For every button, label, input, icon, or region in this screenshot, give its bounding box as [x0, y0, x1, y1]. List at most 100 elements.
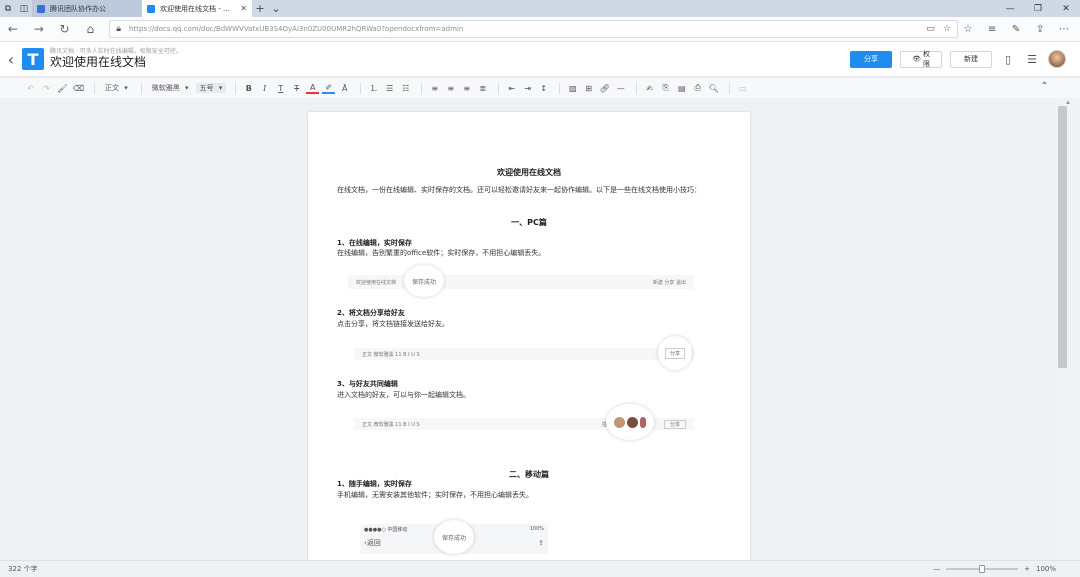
comment-icon[interactable]: ▭	[736, 84, 749, 93]
forward-arrow-icon[interactable]: →	[26, 22, 52, 36]
back-chevron-icon[interactable]: ‹	[0, 50, 22, 69]
back-arrow-icon[interactable]: ←	[0, 22, 26, 36]
menu-icon[interactable]: ☰	[1024, 53, 1040, 66]
more-icon[interactable]: ⋯	[1054, 24, 1074, 35]
close-tab-icon[interactable]: ✕	[240, 4, 247, 13]
scrollbar-thumb[interactable]	[1058, 106, 1067, 368]
link-icon[interactable]: 🔗︎	[598, 84, 611, 93]
word-count: 322 个字	[8, 565, 38, 573]
new-doc-button[interactable]: 新建	[950, 50, 992, 68]
browser-tab-doc[interactable]: 欢迎使用在线文档 - 腾讯 ✕	[142, 0, 252, 17]
phone-back-label: 返回	[366, 539, 381, 547]
font-size-select[interactable]: 五号 ▾	[195, 83, 227, 93]
font-color-icon[interactable]: A	[306, 83, 320, 94]
comment-box-icon[interactable]: ▤	[675, 84, 688, 93]
status-bar: 322 个字 — + 100%	[0, 560, 1080, 577]
browser-tab-team[interactable]: 腾讯团队协作办公	[32, 0, 142, 17]
numbered-list-icon[interactable]: ⒈	[367, 83, 380, 94]
redo-icon[interactable]: ↷	[40, 84, 53, 93]
line-spacing-icon[interactable]: ↕	[537, 84, 550, 93]
phone-battery: 100%	[529, 526, 544, 532]
permission-button[interactable]: 👁︎ 权限	[900, 50, 942, 68]
favorites-icon[interactable]: ☆	[958, 24, 978, 35]
zoom-slider[interactable]	[946, 565, 1019, 573]
indent-increase-icon[interactable]: ⇥	[521, 84, 534, 93]
strikethrough-icon[interactable]: T	[290, 84, 303, 93]
hub-icon[interactable]: ≡	[982, 24, 1002, 35]
home-icon[interactable]: ⌂	[77, 22, 103, 36]
document-heading[interactable]: 欢迎使用在线文档	[308, 167, 750, 178]
refresh-icon[interactable]: ↻	[52, 22, 78, 36]
paragraph-style-select[interactable]: 正文 ▾	[101, 83, 132, 93]
demo3-toolbar-text: 正文 微软雅黑 11 B I U S	[362, 421, 420, 428]
tab-actions-icon[interactable]: ⧉	[0, 0, 16, 17]
copy-format-icon[interactable]: ⎘	[659, 83, 672, 93]
demo-avatar-icon	[640, 416, 646, 428]
item2-title[interactable]: 2、将文档分享给好友	[337, 308, 405, 318]
tab-history-icon[interactable]: ◫	[16, 0, 32, 17]
text-effect-icon[interactable]: Ā	[338, 84, 351, 93]
underline-icon[interactable]: T	[274, 84, 287, 93]
tencent-docs-logo-icon[interactable]: T	[22, 48, 44, 70]
doc-title[interactable]: 欢迎使用在线文档	[50, 55, 182, 69]
highlight-icon[interactable]: ✐	[322, 83, 336, 94]
align-center-icon[interactable]: ≡	[444, 84, 457, 93]
checklist-icon[interactable]: ☷	[399, 84, 412, 93]
new-tab-icon[interactable]: +	[252, 0, 268, 17]
zoom-level: 100%	[1035, 565, 1056, 573]
tab-title: 欢迎使用在线文档 - 腾讯	[160, 4, 236, 13]
mobile-view-icon[interactable]: ▯	[1000, 53, 1016, 66]
tab-favicon-icon	[37, 4, 45, 13]
vertical-scrollbar[interactable]: ▴	[1056, 98, 1080, 560]
tab-list-chevron-icon[interactable]: ⌄	[268, 0, 284, 17]
font-family-select[interactable]: 微软雅黑 ▾	[148, 83, 193, 93]
print-icon[interactable]: ⎙	[691, 83, 704, 93]
favorite-star-icon[interactable]: ☆	[943, 24, 951, 34]
demo1-save-bubble: 保存成功	[404, 265, 444, 297]
font-family-label: 微软雅黑	[151, 84, 180, 92]
horizontal-line-icon[interactable]: —	[614, 84, 627, 93]
undo-icon[interactable]: ↶	[24, 84, 37, 93]
zoom-in-icon[interactable]: +	[1024, 565, 1030, 573]
font-size-label: 五号	[199, 84, 214, 92]
zoom-out-icon[interactable]: —	[933, 565, 940, 573]
align-left-icon[interactable]: ≡	[428, 84, 441, 93]
intro-paragraph[interactable]: 在线文档，一份在线编辑、实时保存的文档。还可以轻松邀请好友来一起协作编辑。以下是…	[337, 185, 721, 196]
format-painter-icon[interactable]: 🖌︎	[56, 84, 69, 93]
restore-icon[interactable]: ❐	[1024, 0, 1052, 17]
clear-format-icon[interactable]: ⌫	[72, 84, 85, 93]
minimize-icon[interactable]: —	[996, 0, 1024, 17]
item1-title[interactable]: 1、在线编辑，实时保存	[337, 238, 412, 248]
m1-body[interactable]: 手机编辑，无需安装其他软件；实时保存，不用担心编辑丢失。	[337, 490, 533, 500]
item1-body[interactable]: 在线编辑，告别繁重的office软件；实时保存，不用担心编辑丢失。	[337, 248, 545, 258]
share-button[interactable]: 分享	[850, 50, 892, 68]
collapse-toolbar-chevron-icon[interactable]: ⌃	[1038, 81, 1051, 92]
align-right-icon[interactable]: ≡	[460, 84, 473, 93]
italic-icon[interactable]: I	[258, 84, 271, 93]
zoom-slider-handle[interactable]	[979, 565, 986, 573]
indent-decrease-icon[interactable]: ⇤	[505, 84, 518, 93]
bulleted-list-icon[interactable]: ☰	[383, 84, 396, 93]
share-page-icon[interactable]: ⇪	[1030, 24, 1050, 35]
m1-title[interactable]: 1、随手编辑，实时保存	[337, 479, 412, 489]
document-header: ‹ T 腾讯文档 · 可多人实时在线编辑，权限安全可控。 欢迎使用在线文档 分享…	[0, 42, 1080, 77]
justify-icon[interactable]: ≣	[476, 84, 489, 93]
insert-image-icon[interactable]: ▨	[566, 84, 579, 93]
reading-view-icon[interactable]: ▭	[926, 24, 935, 34]
phone-save-bubble: 保存成功	[434, 520, 474, 554]
demo1-doc-title: 欢迎使用在线文档	[356, 279, 397, 286]
item2-body[interactable]: 点击分享，将文档链接发送给好友。	[337, 319, 449, 329]
document-page[interactable]: 欢迎使用在线文档 在线文档，一份在线编辑、实时保存的文档。还可以轻松邀请好友来一…	[308, 112, 750, 560]
item3-body[interactable]: 进入文档的好友，可以与你一起编辑文档。	[337, 390, 470, 400]
eye-icon: 👁︎	[912, 55, 921, 63]
close-window-icon[interactable]: ✕	[1052, 0, 1080, 17]
bold-icon[interactable]: B	[242, 84, 255, 93]
section-pc-heading[interactable]: 一、PC篇	[308, 217, 750, 228]
avatar[interactable]	[1048, 50, 1066, 68]
search-icon[interactable]: 🔍︎	[707, 84, 720, 93]
ink-icon[interactable]: ✍	[643, 84, 656, 93]
insert-table-icon[interactable]: ⊞	[582, 84, 595, 93]
item3-title[interactable]: 3、与好友共同编辑	[337, 379, 398, 389]
url-field[interactable]: 🔒︎ https://docs.qq.com/doc/BdWWVVatxUB3S…	[109, 20, 959, 38]
notes-pen-icon[interactable]: ✎	[1006, 24, 1026, 35]
